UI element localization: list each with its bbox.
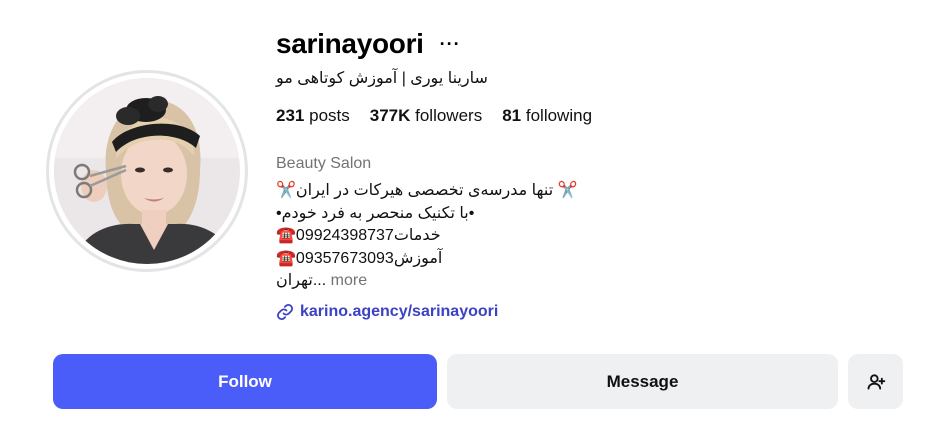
bio-line-5: تهران... more — [276, 270, 578, 293]
avatar[interactable] — [54, 78, 240, 264]
bio-line-2: •با تکنیک منحصر به فرد خودم• — [276, 204, 475, 222]
avatar-image — [54, 78, 240, 264]
username: sarinayoori — [276, 28, 424, 59]
external-link[interactable]: karino.agency/sarinayoori — [276, 303, 498, 321]
message-button[interactable]: Message — [447, 354, 838, 409]
full-name: سارینا یوری | آموزش کوتاهی مو — [276, 70, 488, 87]
more-options-icon[interactable]: ··· — [440, 34, 461, 55]
following-label: following — [525, 106, 593, 125]
bio-line-1: ✂️تنها مدرسه‌ی تخصصی هیرکات در ایران ✂️ — [276, 182, 578, 199]
person-add-icon — [867, 373, 885, 390]
bio-more-link[interactable]: more — [331, 272, 367, 289]
posts-label: posts — [309, 106, 350, 125]
followers-count: 377K — [369, 106, 411, 125]
posts-stat[interactable]: 231 posts — [276, 106, 350, 126]
suggested-users-button[interactable] — [848, 354, 903, 409]
following-stat[interactable]: 81 following — [502, 106, 592, 126]
following-count: 81 — [502, 106, 522, 125]
username-row: sarinayoori ··· — [276, 24, 461, 64]
category-label: Beauty Salon — [276, 155, 372, 172]
bio-line-3: ☎️09924398737خدمات — [276, 227, 441, 244]
followers-stat[interactable]: 377K followers — [370, 106, 482, 126]
bio: ✂️تنها مدرسه‌ی تخصصی هیرکات در ایران ✂️ … — [276, 180, 578, 293]
posts-count: 231 — [276, 106, 305, 125]
followers-label: followers — [415, 106, 483, 125]
external-link-text: karino.agency/sarinayoori — [300, 303, 499, 320]
bio-line-5-text: تهران... — [276, 272, 327, 289]
bio-line-4: ☎️09357673093آموزش — [276, 249, 443, 267]
profile-stats: 231 posts 377K followers 81 following — [276, 106, 612, 126]
follow-button[interactable]: Follow — [53, 354, 437, 409]
link-icon — [277, 304, 293, 320]
